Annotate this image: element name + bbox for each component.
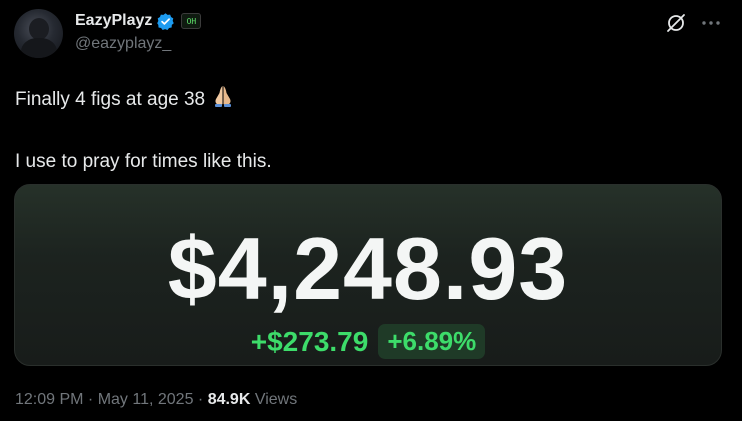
more-icon[interactable]: [700, 12, 722, 34]
tweet-text: Finally 4 figs at age 38 I use to pray f…: [15, 84, 272, 174]
balance-card-image[interactable]: $4,248.93 +$273.79 +6.89%: [14, 184, 722, 366]
tweet-time[interactable]: 12:09 PM: [15, 391, 83, 408]
grok-icon[interactable]: [665, 12, 687, 34]
author-handle[interactable]: @eazyplayz_: [75, 35, 171, 53]
affiliate-badge-icon[interactable]: OH: [181, 13, 202, 29]
change-row: +$273.79 +6.89%: [15, 324, 721, 359]
balance-amount: $4,248.93: [167, 219, 569, 318]
tweet-date[interactable]: May 11, 2025: [98, 391, 194, 408]
change-amount: +$273.79: [250, 325, 369, 357]
meta-separator: ·: [193, 391, 208, 408]
meta-separator: ·: [83, 391, 98, 408]
tweet-line-1-text: Finally 4 figs at age 38: [15, 89, 206, 110]
views-label: Views: [254, 391, 298, 408]
tweet-meta: 12:09 PM · May 11, 2025 · 84.9K Views: [15, 391, 297, 409]
avatar[interactable]: [14, 9, 63, 58]
display-name[interactable]: EazyPlayz: [75, 12, 152, 30]
tweet-line-2: I use to pray for times like this.: [15, 151, 272, 172]
praying-hands-icon: [215, 86, 232, 107]
author-name-row: EazyPlayz OH: [75, 10, 202, 32]
avatar-head: [29, 18, 49, 40]
change-percent-badge: +6.89%: [378, 324, 486, 359]
verified-badge-icon[interactable]: [156, 12, 175, 31]
views-count[interactable]: 84.9K: [208, 391, 251, 408]
avatar-body: [21, 38, 57, 58]
tweet-line-1: Finally 4 figs at age 38: [15, 84, 272, 112]
